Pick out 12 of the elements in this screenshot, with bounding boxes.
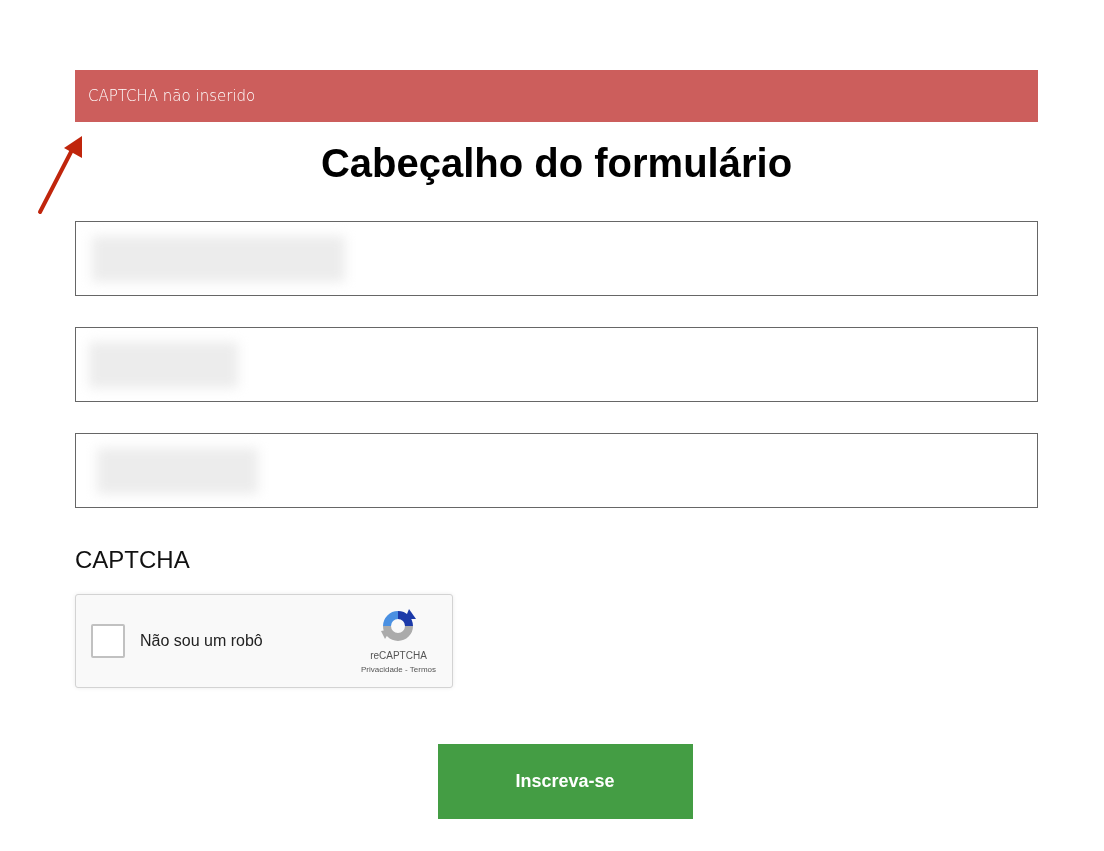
- recaptcha-brand: reCAPTCHA: [370, 650, 427, 661]
- checkbox-label: Não sou um robô: [140, 632, 263, 650]
- input-field[interactable]: [75, 433, 1038, 508]
- privacy-link[interactable]: Privacidade: [360, 665, 403, 674]
- input-field[interactable]: [75, 327, 1038, 402]
- input-field[interactable]: [75, 221, 1038, 296]
- checkbox[interactable]: [91, 624, 125, 658]
- terms-link[interactable]: Termos: [409, 665, 436, 674]
- form-heading: Cabeçalho do formulário: [320, 140, 793, 187]
- link-separator: -: [405, 665, 408, 674]
- captcha-label: CAPTCHA: [75, 546, 190, 574]
- error-message: CAPTCHA não inserido: [88, 87, 256, 105]
